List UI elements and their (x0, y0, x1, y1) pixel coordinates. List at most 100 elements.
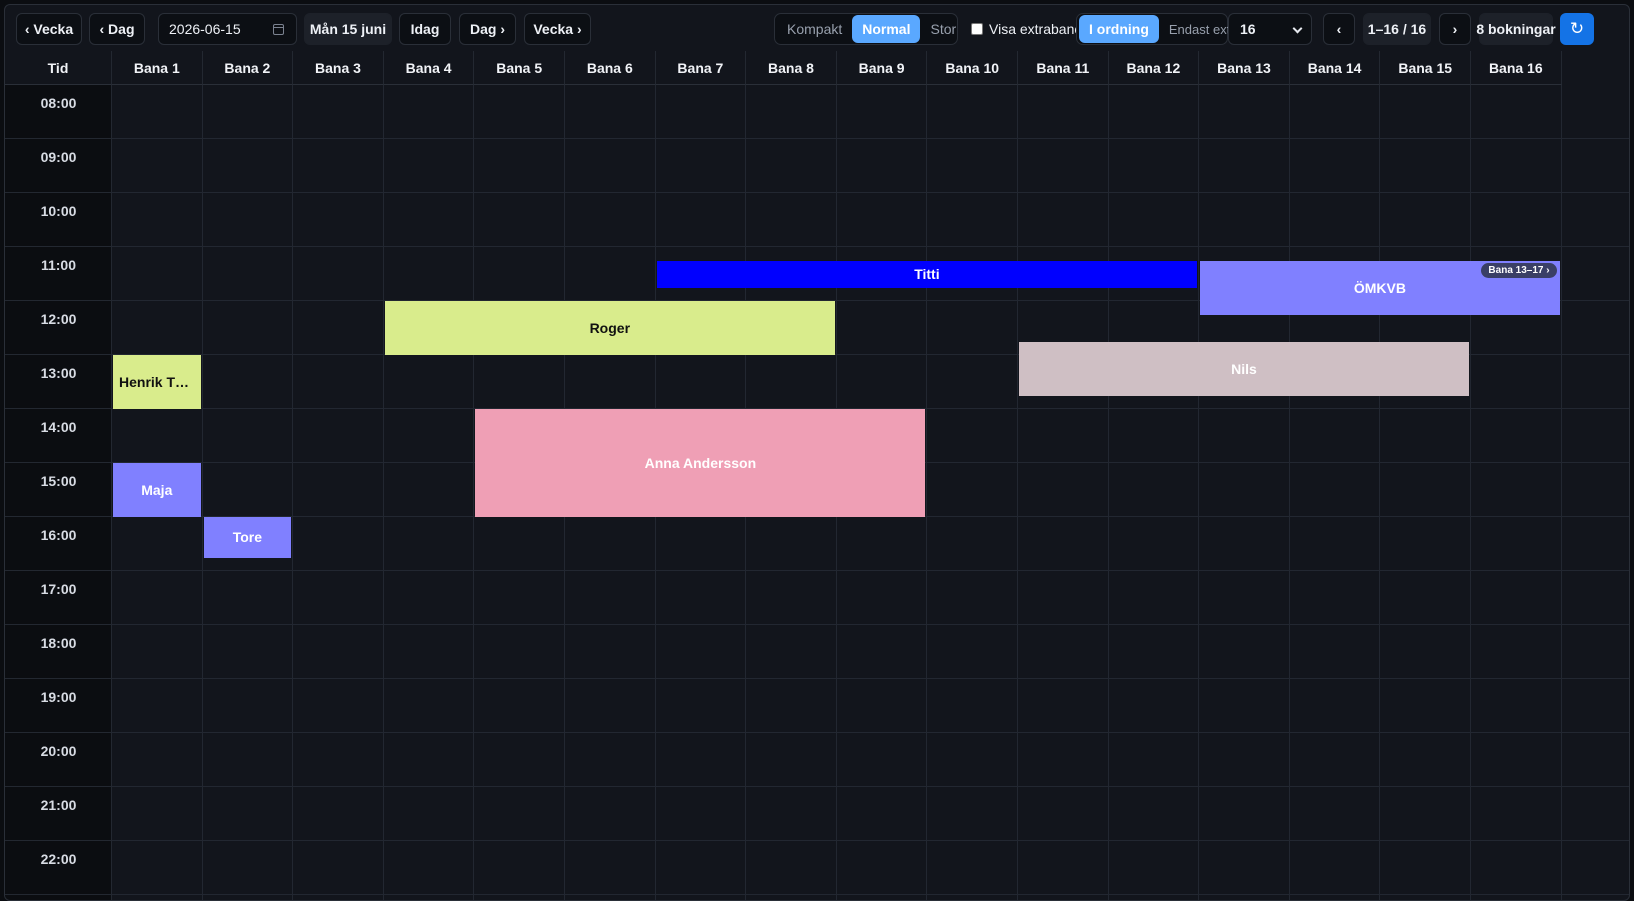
lane-header-9: Bana 9 (836, 51, 928, 85)
next-week-button[interactable]: Vecka › (524, 13, 591, 45)
lane-header-12: Bana 12 (1108, 51, 1200, 85)
booking-name: Roger (589, 320, 631, 336)
lane-header-5: Bana 5 (474, 51, 565, 85)
hour-divider (112, 246, 1629, 247)
lane-header-11: Bana 11 (1018, 51, 1109, 85)
booking-block[interactable]: Titti (656, 260, 1198, 288)
time-slot-label: 19:00 (5, 679, 112, 733)
booking-scheduler: ‹ Vecka ‹ Dag 2026-06-15 Mån 15 juni Ida… (4, 4, 1630, 901)
lane-header-7: Bana 7 (655, 51, 747, 85)
hour-divider (112, 624, 1629, 625)
page-prev-button[interactable]: ‹ (1323, 13, 1355, 45)
page-range: 1–16 / 16 (1363, 13, 1431, 45)
booking-name: Anna Andersson (644, 455, 757, 471)
lane-divider (473, 85, 475, 900)
lane-divider (382, 85, 384, 900)
density-compact[interactable]: Kompakt (777, 15, 852, 43)
booking-name: Tore (232, 529, 263, 546)
refresh-icon[interactable]: ↻ (1560, 13, 1594, 45)
booking-block[interactable]: Anna Andersson (475, 409, 926, 517)
time-slot-label: 18:00 (5, 625, 112, 679)
show-extra-lanes-checkbox[interactable] (971, 23, 983, 35)
hour-divider (112, 732, 1629, 733)
show-extra-lanes-label: Visa extrabanor (989, 21, 1087, 37)
lane-divider (292, 85, 294, 900)
density-toggle: Kompakt Normal Stor (774, 13, 958, 45)
hour-divider (112, 678, 1629, 679)
time-slot-label: 08:00 (5, 85, 112, 139)
time-slot-label: 21:00 (5, 787, 112, 841)
booking-block[interactable]: Maja (113, 463, 201, 517)
time-slot-label: 22:00 (5, 841, 112, 895)
booking-count: 8 bokningar (1476, 13, 1556, 45)
toolbar: ‹ Vecka ‹ Dag 2026-06-15 Mån 15 juni Ida… (5, 5, 1629, 51)
lane-divider (1017, 85, 1018, 900)
hour-divider (112, 894, 1629, 895)
lane-divider (1288, 85, 1290, 900)
prev-week-button[interactable]: ‹ Vecka (16, 13, 82, 45)
time-slot-label: 20:00 (5, 733, 112, 787)
hour-divider (112, 192, 1629, 193)
calendar-icon[interactable] (273, 24, 284, 35)
booking-name: Titti (914, 266, 940, 282)
lane-header-3: Bana 3 (293, 51, 384, 85)
booking-name: Henrik Tö... (119, 374, 196, 390)
today-button[interactable]: Idag (399, 13, 451, 45)
time-slot-label: 12:00 (5, 301, 112, 355)
lane-divider (1198, 85, 1200, 900)
page-next-button[interactable]: › (1439, 13, 1471, 45)
time-slot-label: 10:00 (5, 193, 112, 247)
date-value: 2026-06-15 (169, 21, 241, 37)
time-column: 08:00 09:00 10:00 11:00 12:00 13:00 14:00 15:00… (5, 85, 112, 900)
density-normal[interactable]: Normal (852, 15, 921, 43)
time-slot-label: 17:00 (5, 571, 112, 625)
lane-divider (201, 85, 203, 900)
lane-header-8: Bana 8 (746, 51, 837, 85)
time-slot-label: 11:00 (5, 247, 112, 301)
lane-header-4: Bana 4 (383, 51, 475, 85)
time-slot-label: 16:00 (5, 517, 112, 571)
lane-header-15: Bana 15 (1380, 51, 1471, 85)
show-extra-lanes: Visa extrabanor (971, 13, 1087, 45)
time-slot-label: 09:00 (5, 139, 112, 193)
lane-span-badge[interactable]: Bana 13–17 › (1481, 262, 1557, 278)
time-slot-label: 15:00 (5, 463, 112, 517)
booking-name: Maja (141, 482, 173, 498)
lane-mode-in-order[interactable]: I ordning (1079, 15, 1159, 43)
lane-header-16: Bana 16 (1471, 51, 1562, 85)
lane-header-1: Bana 1 (112, 51, 203, 85)
lane-header-14: Bana 14 (1289, 51, 1381, 85)
booking-block[interactable]: Tore (203, 517, 292, 558)
prev-day-button[interactable]: ‹ Dag (89, 13, 145, 45)
schedule-grid: Tid 08:00 09:00 10:00 11:00 12:00 13:00 14:00 1… (5, 51, 1629, 900)
lane-mode-toggle: I ordning Endast extra (1076, 13, 1242, 45)
hour-divider (112, 786, 1629, 787)
hour-divider (112, 840, 1629, 841)
lane-header-6: Bana 6 (565, 51, 656, 85)
lanes-per-page-select[interactable]: 16 (1228, 13, 1312, 45)
hour-divider (112, 138, 1629, 139)
time-column-header: Tid (5, 51, 112, 85)
lane-divider (1379, 85, 1381, 900)
booking-name: Nils (1231, 360, 1257, 377)
date-input[interactable]: 2026-06-15 (158, 13, 297, 45)
lanes-per-page-value: 16 (1240, 21, 1256, 37)
time-slot-label: 13:00 (5, 355, 112, 409)
lane-divider (1560, 85, 1562, 900)
lane-divider (1107, 85, 1109, 900)
booking-block[interactable]: ÖMKVB Bana 13–17 › (1200, 260, 1560, 315)
lane-header-2: Bana 2 (202, 51, 294, 85)
time-slot-label: 14:00 (5, 409, 112, 463)
lane-divider (926, 85, 928, 900)
booking-block[interactable]: Roger (384, 301, 835, 355)
next-day-button[interactable]: Dag › (459, 13, 516, 45)
lane-divider (1470, 85, 1471, 900)
booking-block[interactable]: Henrik Tö... (113, 355, 201, 409)
lane-header-10: Bana 10 (927, 51, 1018, 85)
booking-block[interactable]: Nils (1019, 341, 1469, 396)
chevron-down-icon (1292, 23, 1303, 34)
booking-name: ÖMKVB (1353, 279, 1406, 296)
current-date-label: Mån 15 juni (304, 13, 392, 45)
lane-header-13: Bana 13 (1199, 51, 1290, 85)
density-large[interactable]: Stor (920, 15, 966, 43)
